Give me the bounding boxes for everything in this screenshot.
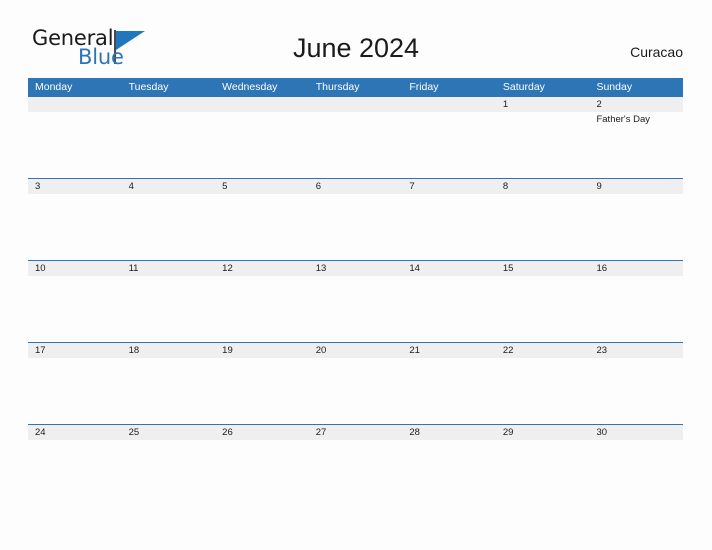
weekday-header-row: Monday Tuesday Wednesday Thursday Friday… <box>28 78 683 96</box>
day-cell[interactable] <box>589 358 683 424</box>
day-cell[interactable] <box>589 194 683 260</box>
calendar-week-row: 10 11 12 13 14 15 16 <box>28 260 683 342</box>
week-body <box>28 194 683 260</box>
week-date-band: 10 11 12 13 14 15 16 <box>28 261 683 276</box>
weekday-header-sunday: Sunday <box>596 81 633 93</box>
day-cell[interactable] <box>496 358 590 424</box>
day-number[interactable]: 21 <box>402 343 496 358</box>
week-body: Father's Day <box>28 112 683 178</box>
day-number[interactable] <box>122 97 216 112</box>
day-cell[interactable] <box>309 440 403 506</box>
day-number[interactable]: 5 <box>215 179 309 194</box>
day-cell[interactable] <box>28 276 122 342</box>
weekday-header-wednesday: Wednesday <box>222 81 278 93</box>
calendar-grid: Monday Tuesday Wednesday Thursday Friday… <box>28 78 683 506</box>
day-cell[interactable] <box>309 194 403 260</box>
day-number[interactable]: 3 <box>28 179 122 194</box>
day-number[interactable]: 20 <box>309 343 403 358</box>
page-header: General Blue June 2024 Curacao <box>0 0 712 78</box>
day-cell[interactable] <box>402 194 496 260</box>
day-number[interactable]: 13 <box>309 261 403 276</box>
day-number[interactable] <box>309 97 403 112</box>
day-number[interactable]: 12 <box>215 261 309 276</box>
weekday-header-monday: Monday <box>35 81 73 93</box>
day-number[interactable]: 14 <box>402 261 496 276</box>
day-cell[interactable] <box>122 194 216 260</box>
day-number[interactable]: 18 <box>122 343 216 358</box>
calendar-week-row: 3 4 5 6 7 8 9 <box>28 178 683 260</box>
week-body <box>28 440 683 506</box>
weekday-header-friday: Friday <box>409 81 439 93</box>
day-cell[interactable] <box>122 112 216 178</box>
day-cell[interactable] <box>496 112 590 178</box>
day-number[interactable]: 28 <box>402 425 496 440</box>
day-number[interactable]: 8 <box>496 179 590 194</box>
day-cell[interactable] <box>496 194 590 260</box>
week-date-band: 1 2 <box>28 97 683 112</box>
day-number[interactable]: 23 <box>589 343 683 358</box>
day-cell[interactable] <box>215 276 309 342</box>
week-body <box>28 276 683 342</box>
day-number[interactable]: 9 <box>589 179 683 194</box>
day-number[interactable] <box>402 97 496 112</box>
day-cell[interactable] <box>309 112 403 178</box>
day-number[interactable]: 24 <box>28 425 122 440</box>
day-cell[interactable] <box>215 440 309 506</box>
day-cell[interactable] <box>496 440 590 506</box>
calendar-week-row: 24 25 26 27 28 29 30 <box>28 424 683 506</box>
day-cell[interactable]: Father's Day <box>589 112 683 178</box>
day-cell[interactable] <box>215 194 309 260</box>
day-cell[interactable] <box>122 440 216 506</box>
location-label: Curacao <box>630 44 683 60</box>
day-number[interactable]: 1 <box>496 97 590 112</box>
day-number[interactable]: 4 <box>122 179 216 194</box>
day-number[interactable]: 16 <box>589 261 683 276</box>
day-cell[interactable] <box>28 358 122 424</box>
day-cell[interactable] <box>402 276 496 342</box>
day-cell[interactable] <box>589 276 683 342</box>
day-number[interactable]: 15 <box>496 261 590 276</box>
week-date-band: 3 4 5 6 7 8 9 <box>28 179 683 194</box>
day-number[interactable]: 19 <box>215 343 309 358</box>
day-number[interactable] <box>28 97 122 112</box>
day-cell[interactable] <box>28 112 122 178</box>
day-cell[interactable] <box>215 112 309 178</box>
weekday-header-saturday: Saturday <box>502 81 545 93</box>
day-number[interactable]: 30 <box>589 425 683 440</box>
day-number[interactable] <box>215 97 309 112</box>
day-number[interactable]: 11 <box>122 261 216 276</box>
day-number[interactable]: 7 <box>402 179 496 194</box>
day-number[interactable]: 29 <box>496 425 590 440</box>
day-cell[interactable] <box>309 276 403 342</box>
week-body <box>28 358 683 424</box>
day-cell[interactable] <box>402 440 496 506</box>
day-event: Father's Day <box>596 114 651 125</box>
day-cell[interactable] <box>122 358 216 424</box>
calendar-week-row: 1 2 Father's Day <box>28 96 683 178</box>
day-number[interactable]: 26 <box>215 425 309 440</box>
calendar-page: General Blue June 2024 Curacao Monday Tu… <box>0 0 712 550</box>
page-title: June 2024 <box>292 33 420 63</box>
day-number[interactable]: 2 <box>589 97 683 112</box>
calendar-week-row: 17 18 19 20 21 22 23 <box>28 342 683 424</box>
day-number[interactable]: 17 <box>28 343 122 358</box>
day-number[interactable]: 27 <box>309 425 403 440</box>
day-number[interactable]: 6 <box>309 179 403 194</box>
day-cell[interactable] <box>496 276 590 342</box>
day-cell[interactable] <box>28 440 122 506</box>
week-date-band: 17 18 19 20 21 22 23 <box>28 343 683 358</box>
day-cell[interactable] <box>589 440 683 506</box>
day-number[interactable]: 25 <box>122 425 216 440</box>
day-number[interactable]: 10 <box>28 261 122 276</box>
day-cell[interactable] <box>28 194 122 260</box>
weekday-header-tuesday: Tuesday <box>128 81 169 93</box>
day-number[interactable]: 22 <box>496 343 590 358</box>
day-cell[interactable] <box>215 358 309 424</box>
day-cell[interactable] <box>402 112 496 178</box>
day-cell[interactable] <box>309 358 403 424</box>
week-date-band: 24 25 26 27 28 29 30 <box>28 425 683 440</box>
day-cell[interactable] <box>402 358 496 424</box>
day-cell[interactable] <box>122 276 216 342</box>
weekday-header-thursday: Thursday <box>315 81 360 93</box>
